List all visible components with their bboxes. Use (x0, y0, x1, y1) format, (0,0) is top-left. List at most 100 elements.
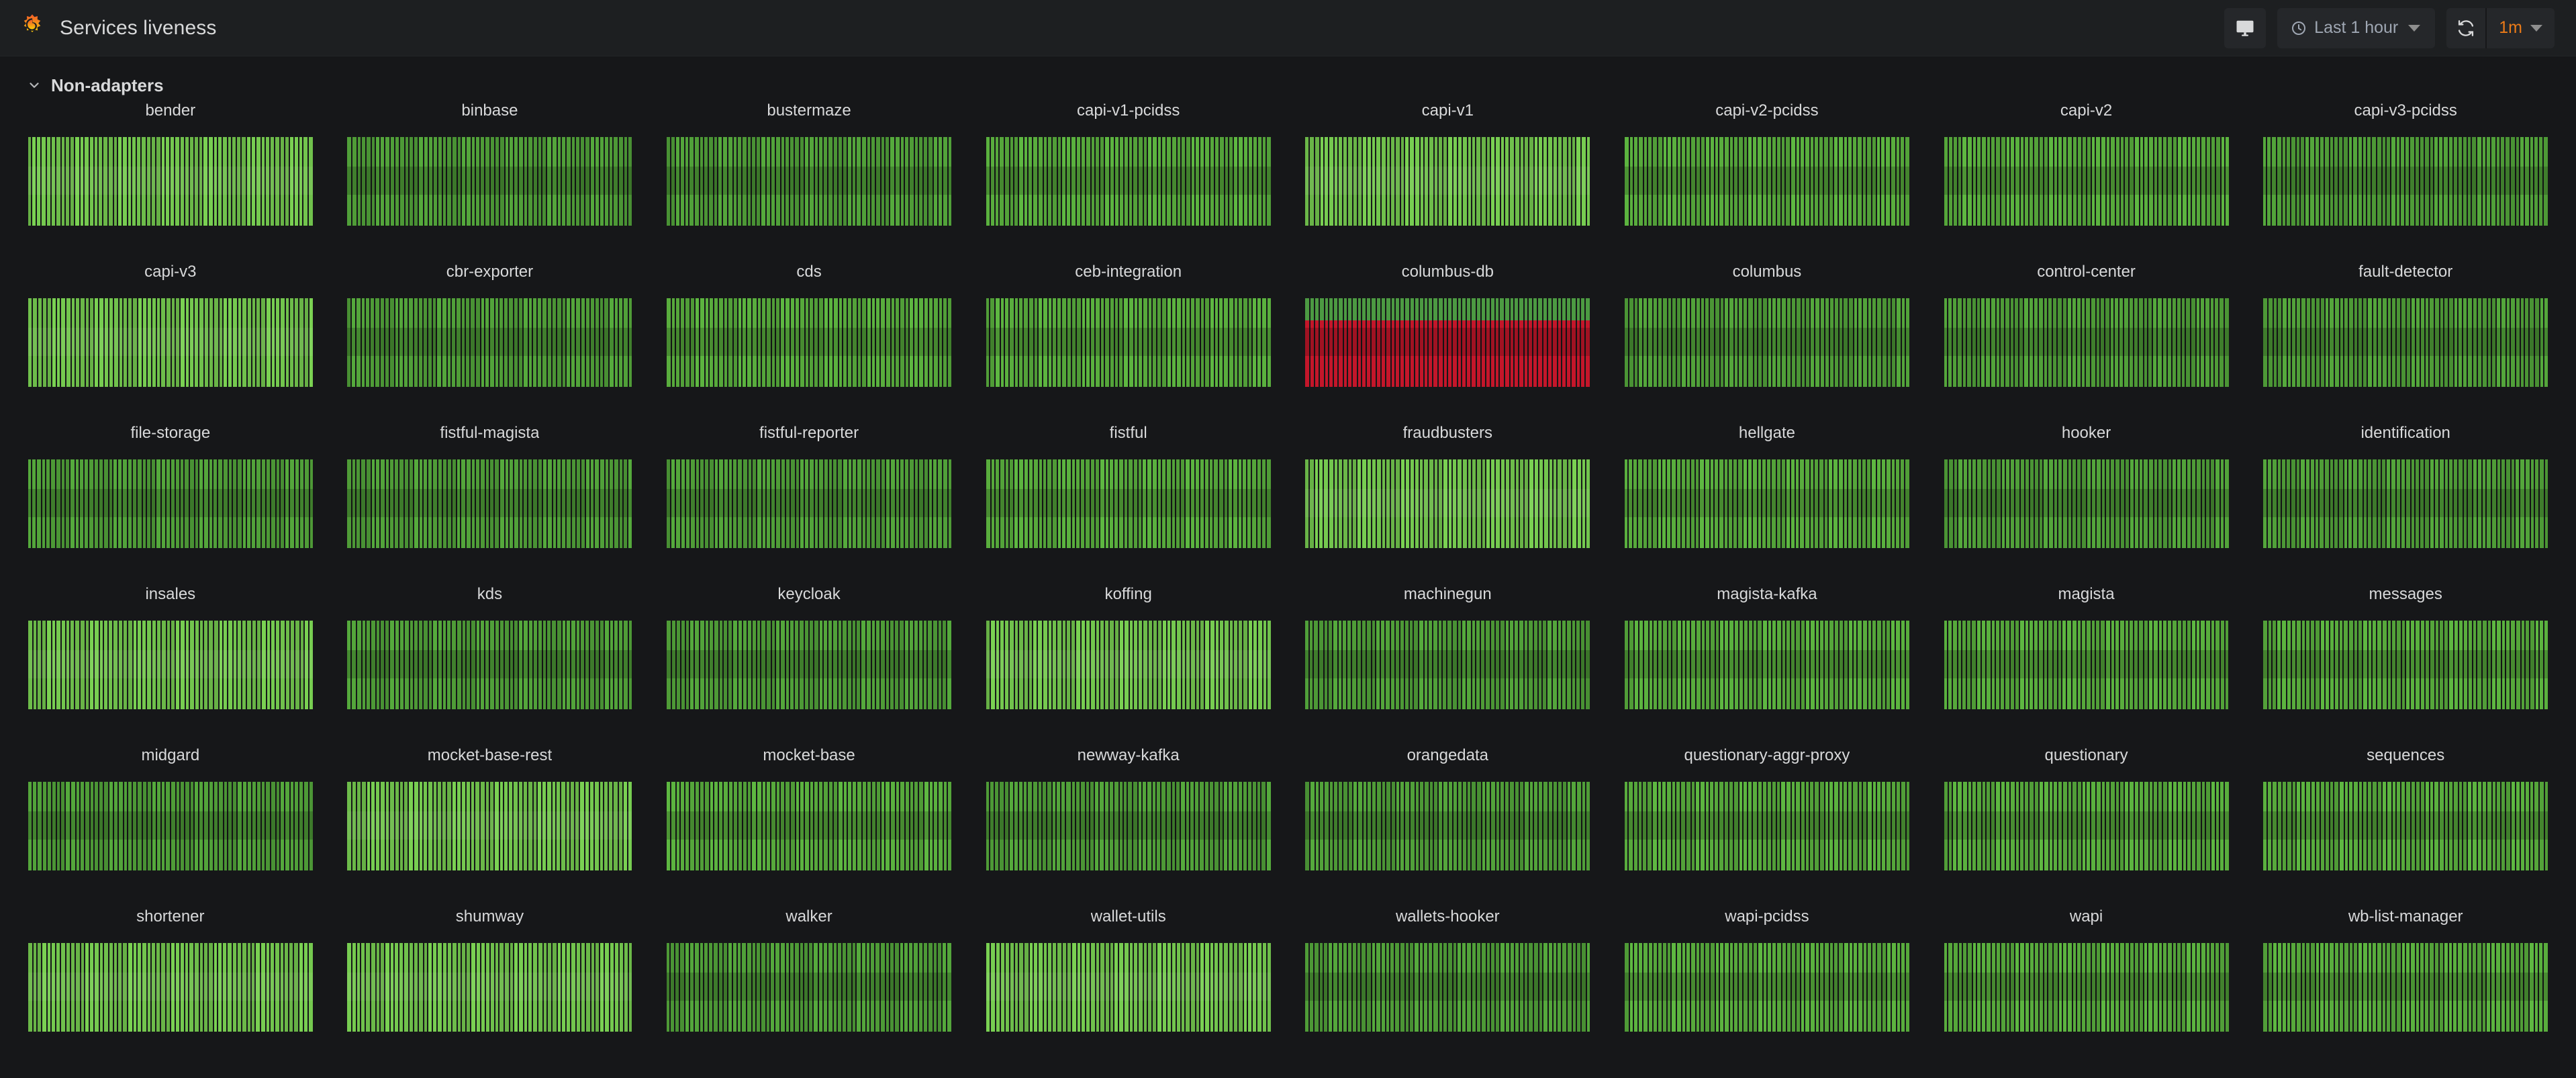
liveness-bar-gauge[interactable] (1624, 137, 1909, 226)
liveness-bar-gauge[interactable] (2263, 621, 2548, 709)
service-panel[interactable]: binbase (330, 97, 650, 258)
service-panel[interactable]: fistful-magista (330, 419, 650, 580)
liveness-bar-gauge[interactable] (1944, 137, 2229, 226)
service-panel[interactable]: columbus-db (1288, 258, 1608, 419)
liveness-bar-gauge[interactable] (1305, 782, 1590, 870)
service-panel[interactable]: columbus (1607, 258, 1927, 419)
dashboard-row-header[interactable]: Non-adapters (0, 56, 2576, 97)
liveness-bar-gauge[interactable] (667, 782, 952, 870)
service-panel[interactable]: wb-list-manager (2246, 903, 2565, 1064)
service-panel[interactable]: wapi-pcidss (1607, 903, 1927, 1064)
service-panel[interactable]: fault-detector (2246, 258, 2565, 419)
service-panel[interactable]: cds (649, 258, 969, 419)
service-panel[interactable]: magista (1927, 580, 2246, 742)
service-panel[interactable]: magista-kafka (1607, 580, 1927, 742)
service-panel[interactable]: insales (11, 580, 330, 742)
service-panel[interactable]: capi-v1 (1288, 97, 1608, 258)
brand[interactable]: Services liveness (17, 13, 216, 43)
service-panel[interactable]: walker (649, 903, 969, 1064)
liveness-bar-gauge[interactable] (667, 459, 952, 548)
service-panel[interactable]: capi-v3-pcidss (2246, 97, 2565, 258)
liveness-bar-gauge[interactable] (1944, 943, 2229, 1032)
liveness-bar-gauge[interactable] (1305, 137, 1590, 226)
liveness-bar-gauge[interactable] (1624, 459, 1909, 548)
service-panel[interactable]: ceb-integration (969, 258, 1288, 419)
service-panel[interactable]: cbr-exporter (330, 258, 650, 419)
liveness-bar-gauge[interactable] (986, 137, 1271, 226)
liveness-bar-gauge[interactable] (2263, 459, 2548, 548)
liveness-bar-gauge[interactable] (986, 459, 1271, 548)
service-panel[interactable]: hellgate (1607, 419, 1927, 580)
liveness-bar-gauge[interactable] (986, 782, 1271, 870)
service-panel[interactable]: identification (2246, 419, 2565, 580)
liveness-bar-gauge[interactable] (347, 782, 632, 870)
time-range-picker[interactable]: Last 1 hour (2277, 7, 2436, 48)
service-panel[interactable]: mocket-base-rest (330, 742, 650, 903)
liveness-bar-gauge[interactable] (667, 137, 952, 226)
liveness-bar-gauge[interactable] (347, 137, 632, 226)
liveness-bar-gauge[interactable] (28, 943, 313, 1032)
refresh-button[interactable] (2446, 7, 2487, 48)
liveness-bar-gauge[interactable] (347, 459, 632, 548)
liveness-bar-gauge[interactable] (986, 298, 1271, 387)
liveness-bar-gauge[interactable] (1944, 298, 2229, 387)
service-panel[interactable]: sequences (2246, 742, 2565, 903)
service-panel[interactable]: file-storage (11, 419, 330, 580)
liveness-bar-gauge[interactable] (28, 137, 313, 226)
liveness-bar-gauge[interactable] (1624, 943, 1909, 1032)
service-panel[interactable]: mocket-base (649, 742, 969, 903)
service-panel[interactable]: midgard (11, 742, 330, 903)
service-panel[interactable]: wapi (1927, 903, 2246, 1064)
service-panel[interactable]: wallet-utils (969, 903, 1288, 1064)
liveness-bar-gauge[interactable] (667, 298, 952, 387)
service-panel[interactable]: machinegun (1288, 580, 1608, 742)
liveness-bar-gauge[interactable] (667, 621, 952, 709)
service-panel[interactable]: capi-v2-pcidss (1607, 97, 1927, 258)
liveness-bar-gauge[interactable] (28, 459, 313, 548)
service-panel[interactable]: koffing (969, 580, 1288, 742)
service-panel[interactable]: newway-kafka (969, 742, 1288, 903)
service-panel[interactable]: capi-v1-pcidss (969, 97, 1288, 258)
service-panel[interactable]: capi-v3 (11, 258, 330, 419)
liveness-bar-gauge[interactable] (28, 782, 313, 870)
liveness-bar-gauge[interactable] (2263, 782, 2548, 870)
liveness-bar-gauge[interactable] (986, 943, 1271, 1032)
service-panel[interactable]: capi-v2 (1927, 97, 2246, 258)
liveness-bar-gauge[interactable] (1944, 782, 2229, 870)
service-panel[interactable]: fistful-reporter (649, 419, 969, 580)
service-panel[interactable]: fraudbusters (1288, 419, 1608, 580)
liveness-bar-gauge[interactable] (986, 621, 1271, 709)
refresh-interval-button[interactable]: 1m (2487, 7, 2555, 48)
liveness-bar-gauge[interactable] (347, 621, 632, 709)
tv-mode-button[interactable] (2224, 7, 2267, 48)
liveness-bar-gauge[interactable] (28, 621, 313, 709)
liveness-bar-gauge[interactable] (2263, 137, 2548, 226)
service-panel[interactable]: bustermaze (649, 97, 969, 258)
service-panel[interactable]: questionary-aggr-proxy (1607, 742, 1927, 903)
service-panel[interactable]: wallets-hooker (1288, 903, 1608, 1064)
liveness-bar-gauge[interactable] (1944, 459, 2229, 548)
liveness-bar-gauge[interactable] (1624, 782, 1909, 870)
service-panel[interactable]: orangedata (1288, 742, 1608, 903)
service-panel[interactable]: shumway (330, 903, 650, 1064)
liveness-bar-gauge[interactable] (2263, 943, 2548, 1032)
service-panel[interactable]: kds (330, 580, 650, 742)
liveness-bar-gauge[interactable] (667, 943, 952, 1032)
liveness-bar-gauge[interactable] (1305, 459, 1590, 548)
liveness-bar-gauge[interactable] (347, 943, 632, 1032)
liveness-bar-gauge[interactable] (347, 298, 632, 387)
liveness-bar-gauge[interactable] (1944, 621, 2229, 709)
liveness-bar-gauge[interactable] (2263, 298, 2548, 387)
service-panel[interactable]: hooker (1927, 419, 2246, 580)
liveness-bar-gauge[interactable] (28, 298, 313, 387)
service-panel[interactable]: shortener (11, 903, 330, 1064)
service-panel[interactable]: keycloak (649, 580, 969, 742)
service-panel[interactable]: fistful (969, 419, 1288, 580)
liveness-bar-gauge[interactable] (1624, 298, 1909, 387)
service-panel[interactable]: messages (2246, 580, 2565, 742)
service-panel[interactable]: questionary (1927, 742, 2246, 903)
service-panel[interactable]: control-center (1927, 258, 2246, 419)
liveness-bar-gauge[interactable] (1624, 621, 1909, 709)
liveness-bar-gauge[interactable] (1305, 943, 1590, 1032)
liveness-bar-gauge[interactable] (1305, 621, 1590, 709)
